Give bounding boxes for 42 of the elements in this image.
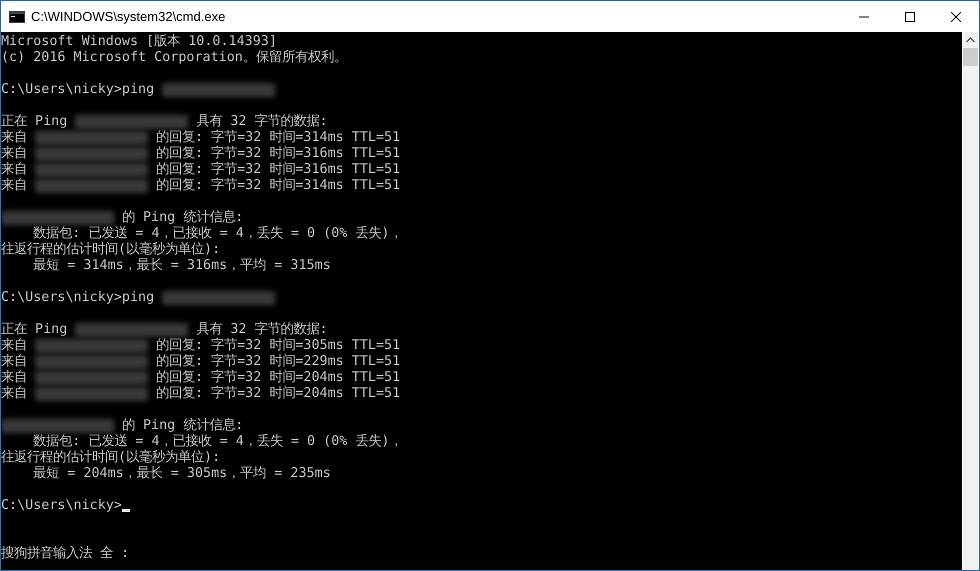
console-text: Microsoft Windows [版本 10.0.14393] [1, 34, 277, 50]
console-text: C:\Users\nicky> [1, 498, 122, 514]
console-text: 往返行程的估计时间(以毫秒为单位): [1, 242, 220, 258]
console-text: 来自 [1, 130, 28, 146]
console-text: 的 Ping 统计信息: [120, 210, 244, 226]
scroll-thumb[interactable] [963, 48, 978, 66]
console-text: 往返行程的估计时间(以毫秒为单位): [1, 450, 220, 466]
scroll-up-icon [966, 37, 975, 43]
console-text: 来自 [1, 370, 28, 386]
console-text: 的回复: 字节=32 时间=316ms TTL=51 [154, 146, 400, 162]
console-text: 来自 [1, 146, 28, 162]
console-text: 来自 [1, 338, 28, 354]
console-text: 来自 [1, 386, 28, 402]
console-text: C:\Users\nicky>ping [1, 82, 156, 98]
console-icon [9, 10, 25, 22]
console-text: 数据包: 已发送 = 4，已接收 = 4，丢失 = 0 (0% 丢失)， [32, 434, 402, 450]
console-text: 的 Ping 统计信息: [120, 418, 244, 434]
console-text: 具有 32 字节的数据: [195, 114, 328, 130]
console-text: 数据包: 已发送 = 4，已接收 = 4，丢失 = 0 (0% 丢失)， [32, 226, 402, 242]
window-title: C:\WINDOWS\system32\cmd.exe [31, 8, 226, 26]
console-text: 的回复: 字节=32 时间=204ms TTL=51 [154, 386, 400, 402]
console-text: 的回复: 字节=32 时间=229ms TTL=51 [154, 354, 400, 370]
console-text: 具有 32 字节的数据: [195, 322, 328, 338]
console-text: 最短 = 204ms，最长 = 305ms，平均 = 235ms [32, 466, 331, 482]
console-text: 来自 [1, 178, 28, 194]
console-text: 的回复: 字节=32 时间=314ms TTL=51 [154, 178, 400, 194]
console-text: 正在 Ping [1, 114, 68, 130]
console-text: (c) 2016 Microsoft Corporation。保留所有权利。 [1, 50, 347, 66]
console-text: 的回复: 字节=32 时间=314ms TTL=51 [154, 130, 400, 146]
console-text: 最短 = 314ms，最长 = 316ms，平均 = 315ms [32, 258, 331, 274]
console-text: 搜狗拼音输入法 全 : [1, 546, 130, 562]
console-text: 的回复: 字节=32 时间=316ms TTL=51 [154, 162, 400, 178]
console-text: 正在 Ping [1, 322, 68, 338]
scrollbar[interactable] [962, 32, 979, 570]
console-text: 的回复: 字节=32 时间=204ms TTL=51 [154, 370, 400, 386]
console-text: C:\Users\nicky>ping [1, 290, 156, 306]
console-text: 来自 [1, 354, 28, 370]
close-icon [951, 12, 961, 22]
console-text: 的回复: 字节=32 时间=305ms TTL=51 [154, 338, 400, 354]
maximize-icon [905, 12, 915, 22]
console-text: 来自 [1, 162, 28, 178]
text-cursor [122, 509, 130, 512]
